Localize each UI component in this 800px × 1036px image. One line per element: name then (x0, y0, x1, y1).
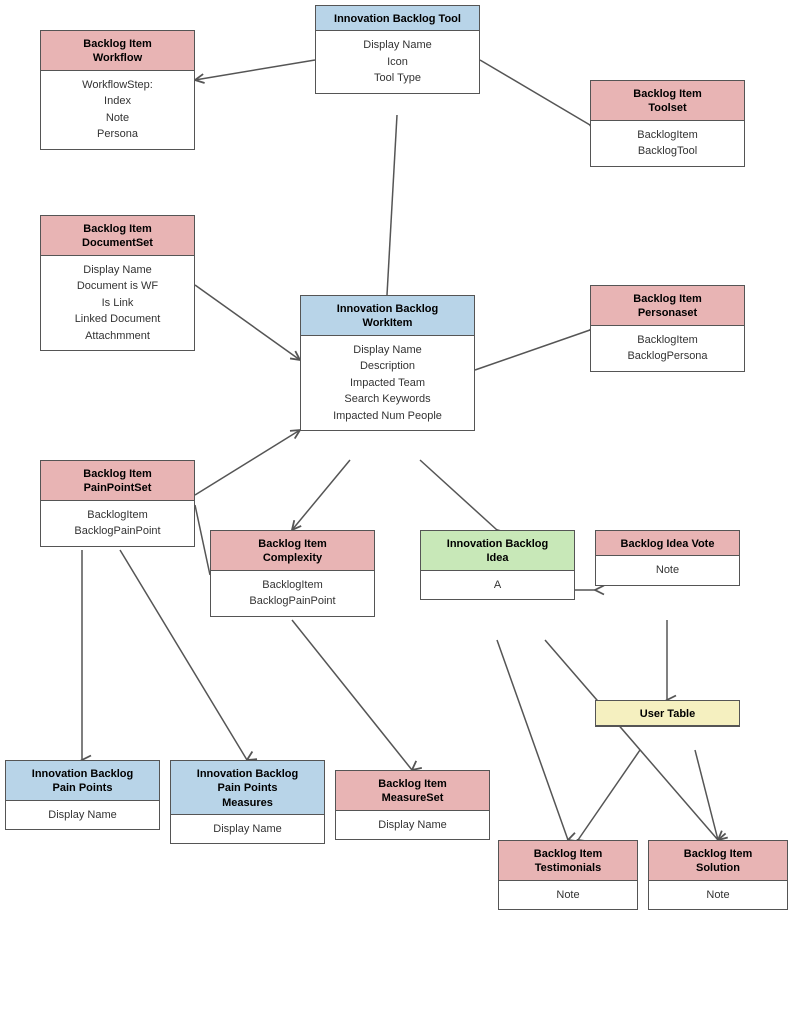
box-body-backlog-item-personaset: BacklogItem BacklogPersona (591, 326, 744, 371)
field-is-link: Is Link (45, 295, 190, 312)
field-a: A (425, 577, 570, 594)
field-note: Note (503, 887, 633, 904)
field-note: Note (653, 887, 783, 904)
field-backlogpersona: BacklogPersona (595, 348, 740, 365)
box-backlog-item-complexity: Backlog ItemComplexity BacklogItem Backl… (210, 530, 375, 617)
box-body-backlog-item-testimonials: Note (499, 881, 637, 910)
box-header-user-table: User Table (596, 701, 739, 726)
field-backlogpainpoint: BacklogPainPoint (215, 593, 370, 610)
field-backlogpainpoint: BacklogPainPoint (45, 523, 190, 540)
box-innovation-backlog-idea: Innovation BacklogIdea A (420, 530, 575, 600)
box-backlog-item-solution: Backlog ItemSolution Note (648, 840, 788, 910)
box-innovation-backlog-pain-points: Innovation BacklogPain Points Display Na… (5, 760, 160, 830)
box-body-innovation-backlog-pain-points: Display Name (6, 801, 159, 830)
field-display-name: Display Name (340, 817, 485, 834)
field-description: Description (305, 358, 470, 375)
box-header-backlog-item-documentset: Backlog ItemDocumentSet (41, 216, 194, 256)
box-backlog-item-measureset: Backlog ItemMeasureSet Display Name (335, 770, 490, 840)
box-innovation-backlog-tool: Innovation Backlog Tool Display Name Ico… (315, 5, 480, 94)
field-impacted-num-people: Impacted Num People (305, 408, 470, 425)
field-search-keywords: Search Keywords (305, 391, 470, 408)
box-body-backlog-item-complexity: BacklogItem BacklogPainPoint (211, 571, 374, 616)
field-display-name: Display Name (320, 37, 475, 54)
field-attachmment: Attachmment (45, 328, 190, 345)
field-backlogitem: BacklogItem (45, 507, 190, 524)
diagram-container: Innovation Backlog Tool Display Name Ico… (0, 0, 800, 1036)
field-display-name: Display Name (10, 807, 155, 824)
field-backlogtool: BacklogTool (595, 143, 740, 160)
box-header-innovation-backlog-tool: Innovation Backlog Tool (316, 6, 479, 31)
box-backlog-idea-vote: Backlog Idea Vote Note (595, 530, 740, 586)
field-display-name: Display Name (175, 821, 320, 838)
box-header-backlog-item-painpointset: Backlog ItemPainPointSet (41, 461, 194, 501)
box-backlog-item-workflow: Backlog ItemWorkflow WorkflowStep: Index… (40, 30, 195, 150)
field-note: Note (600, 562, 735, 579)
box-innovation-backlog-workitem: Innovation BacklogWorkItem Display Name … (300, 295, 475, 431)
box-header-backlog-item-personaset: Backlog ItemPersonaset (591, 286, 744, 326)
field-persona: Persona (45, 126, 190, 143)
box-user-table: User Table (595, 700, 740, 727)
field-tool-type: Tool Type (320, 70, 475, 87)
box-header-backlog-item-testimonials: Backlog ItemTestimonials (499, 841, 637, 881)
field-icon: Icon (320, 54, 475, 71)
field-note: Note (45, 110, 190, 127)
field-index: Index (45, 93, 190, 110)
box-header-backlog-item-solution: Backlog ItemSolution (649, 841, 787, 881)
box-body-innovation-backlog-pain-points-measures: Display Name (171, 815, 324, 844)
box-body-innovation-backlog-idea: A (421, 571, 574, 600)
box-body-innovation-backlog-workitem: Display Name Description Impacted Team S… (301, 336, 474, 431)
box-backlog-item-personaset: Backlog ItemPersonaset BacklogItem Backl… (590, 285, 745, 372)
box-body-backlog-item-workflow: WorkflowStep: Index Note Persona (41, 71, 194, 149)
box-body-backlog-item-solution: Note (649, 881, 787, 910)
box-header-innovation-backlog-pain-points: Innovation BacklogPain Points (6, 761, 159, 801)
box-header-backlog-item-measureset: Backlog ItemMeasureSet (336, 771, 489, 811)
box-backlog-item-toolset: Backlog ItemToolset BacklogItem BacklogT… (590, 80, 745, 167)
box-body-backlog-item-painpointset: BacklogItem BacklogPainPoint (41, 501, 194, 546)
field-backlogitem: BacklogItem (595, 127, 740, 144)
field-workflowstep: WorkflowStep: (45, 77, 190, 94)
box-body-backlog-item-measureset: Display Name (336, 811, 489, 840)
field-document-is-wf: Document is WF (45, 278, 190, 295)
box-header-backlog-item-workflow: Backlog ItemWorkflow (41, 31, 194, 71)
box-body-backlog-idea-vote: Note (596, 556, 739, 585)
field-backlogitem: BacklogItem (215, 577, 370, 594)
field-linked-document: Linked Document (45, 311, 190, 328)
box-backlog-item-testimonials: Backlog ItemTestimonials Note (498, 840, 638, 910)
box-innovation-backlog-pain-points-measures: Innovation BacklogPain PointsMeasures Di… (170, 760, 325, 844)
box-header-backlog-idea-vote: Backlog Idea Vote (596, 531, 739, 556)
field-display-name: Display Name (305, 342, 470, 359)
box-body-innovation-backlog-tool: Display Name Icon Tool Type (316, 31, 479, 93)
field-backlogitem: BacklogItem (595, 332, 740, 349)
field-display-name: Display Name (45, 262, 190, 279)
box-backlog-item-painpointset: Backlog ItemPainPointSet BacklogItem Bac… (40, 460, 195, 547)
box-body-backlog-item-documentset: Display Name Document is WF Is Link Link… (41, 256, 194, 351)
box-header-innovation-backlog-pain-points-measures: Innovation BacklogPain PointsMeasures (171, 761, 324, 815)
field-impacted-team: Impacted Team (305, 375, 470, 392)
box-header-innovation-backlog-idea: Innovation BacklogIdea (421, 531, 574, 571)
box-body-backlog-item-toolset: BacklogItem BacklogTool (591, 121, 744, 166)
box-backlog-item-documentset: Backlog ItemDocumentSet Display Name Doc… (40, 215, 195, 351)
box-header-backlog-item-complexity: Backlog ItemComplexity (211, 531, 374, 571)
box-header-backlog-item-toolset: Backlog ItemToolset (591, 81, 744, 121)
box-header-innovation-backlog-workitem: Innovation BacklogWorkItem (301, 296, 474, 336)
